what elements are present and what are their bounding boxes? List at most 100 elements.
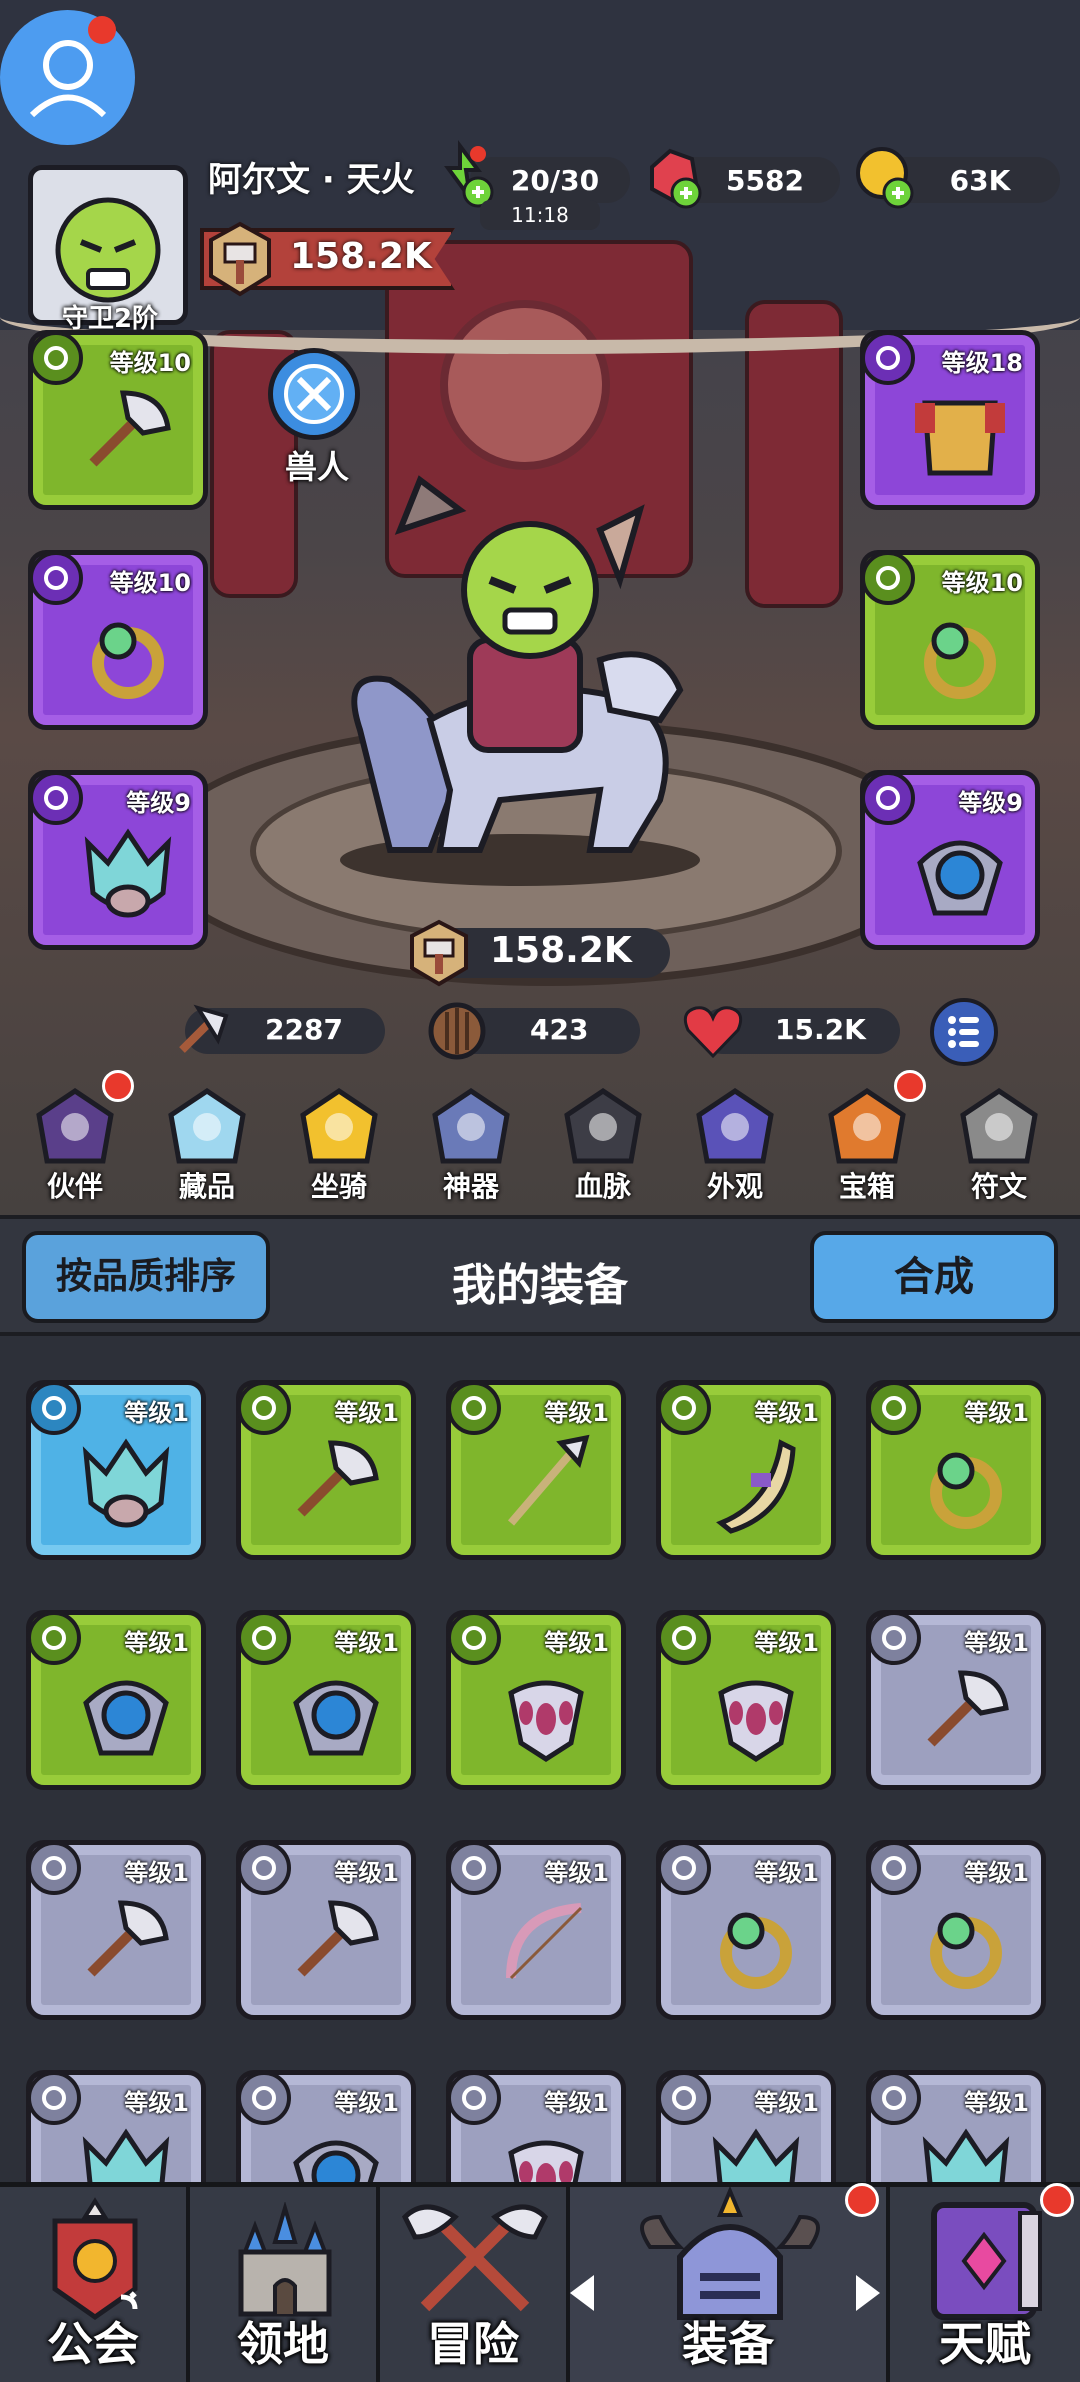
badge-helmet-icon [42,2086,66,2110]
item-level: 等级9 [958,789,1023,817]
item-level: 等级1 [124,1629,189,1657]
inventory-slot[interactable]: 等级1 [656,1840,836,2020]
nav-equipment-dot [845,2183,879,2217]
inventory-slot[interactable]: 等级1 [866,1380,1046,1560]
equipped-slot-ring-right[interactable]: 等级10 [860,550,1040,730]
item-level: 等级1 [754,1629,819,1657]
slot-type-badge [657,1611,711,1665]
amulet-icon [293,1680,379,1756]
item-level: 等级1 [544,1859,609,1887]
item-level: 等级1 [334,2089,399,2117]
slot-type-badge [867,1381,921,1435]
inventory-slot[interactable]: 等级1 [866,1840,1046,2020]
item-level: 等级1 [544,1629,609,1657]
inventory-slot[interactable]: 等级1 [236,2070,416,2186]
item-level: 等级1 [964,1629,1029,1657]
quick-menu-mount[interactable]: 坐骑 [284,1085,394,1205]
nav-adventure[interactable]: 冒险 [380,2187,570,2382]
gold-add-icon[interactable] [852,143,922,213]
inventory-slot[interactable]: 等级1 [236,1840,416,2020]
item-level: 等级10 [109,569,191,597]
axe-icon [297,1900,379,1977]
quick-menu-artifact[interactable]: 神器 [416,1085,526,1205]
nav-territory[interactable]: 领地 [190,2187,380,2382]
item-level: 等级9 [126,789,191,817]
inventory-slot[interactable]: 等级1 [656,1380,836,1560]
helmet-icon [640,2187,820,2320]
nav-equipment-label: 装备 [682,2317,774,2371]
slot-type-badge [27,1611,81,1665]
slot-type-badge [27,1841,81,1895]
inventory-slot[interactable]: 等级1 [26,1610,206,1790]
quick-menu-rune[interactable]: 符文 [944,1085,1054,1205]
quick-menu-companion[interactable]: 伙伴 [20,1085,130,1205]
mount-icon [300,1087,378,1164]
talent-book-icon [931,2202,1042,2320]
badge-ring-icon [882,1856,906,1880]
inventory-slot[interactable]: 等级1 [26,2070,206,2186]
badge-ring-icon [44,566,68,590]
item-level: 等级1 [334,1399,399,1427]
pendant-icon [508,2140,584,2186]
equipped-slot-helmet[interactable]: 等级9 [28,770,208,950]
axe-icon [87,1900,169,1977]
ring-icon [924,622,996,699]
spear-icon [507,1434,590,1526]
nav-adventure-label: 冒险 [427,2317,519,2371]
quick-menu-collection[interactable]: 藏品 [152,1085,262,1205]
slot-type-badge [657,2071,711,2125]
quick-menu-appearance[interactable]: 外观 [680,1085,790,1205]
inventory-slot[interactable]: 等级1 [446,1610,626,1790]
quick-menu-dot [102,1070,134,1102]
inventory-slot[interactable]: 等级1 [26,1840,206,2020]
slot-type-badge [447,1381,501,1435]
inventory-slot[interactable]: 等级1 [446,1840,626,2020]
defense-icon [428,1002,486,1060]
merge-button[interactable]: 合成 [810,1231,1058,1323]
player-name: 阿尔文 · 天火 [208,160,415,200]
item-level: 等级1 [124,1399,189,1427]
nav-equipment[interactable]: 装备 [570,2187,890,2382]
helmet-icon [82,2128,170,2186]
slot-type-badge [861,551,915,605]
inventory-slot[interactable]: 等级1 [26,1380,206,1560]
inventory-slot[interactable]: 等级1 [236,1380,416,1560]
sort-by-quality-button[interactable]: 按品质排序 [22,1231,270,1323]
badge-ring-icon [672,1856,696,1880]
stats-detail-button[interactable] [930,998,998,1066]
nav-guild[interactable]: 公会 [0,2187,190,2382]
badge-axe-icon [42,1856,66,1880]
equipped-slot-weapon[interactable]: 等级10 [28,330,208,510]
inventory-slot[interactable]: 等级1 [866,1610,1046,1790]
item-level: 等级1 [334,1629,399,1657]
equipped-slot-ring-left[interactable]: 等级10 [28,550,208,730]
inventory-slot[interactable]: 等级1 [446,1380,626,1560]
hero-character[interactable] [300,470,720,900]
quick-menu-chest[interactable]: 宝箱 [812,1085,922,1205]
inventory-slot[interactable]: 等级1 [866,2070,1046,2186]
inventory-slot[interactable]: 等级1 [236,1610,416,1790]
badge-axe-icon [252,1856,276,1880]
gem-add-icon[interactable] [640,145,710,210]
quick-menu-bloodline[interactable]: 血脉 [548,1085,658,1205]
equipped-slot-armor[interactable]: 等级18 [860,330,1040,510]
item-level: 等级1 [754,1399,819,1427]
inventory-slot[interactable]: 等级1 [446,2070,626,2186]
castle-icon [238,2202,332,2317]
badge-ring-icon [876,566,900,590]
hero-scene: 守卫2阶 阿尔文 · 天火 158.2K 20/30 11:18 5582 63… [0,0,1080,1215]
gem-value: 5582 [726,164,804,197]
energy-timer: 11:18 [480,200,600,230]
ring-icon [930,1912,1002,1989]
equipped-slot-amulet[interactable]: 等级9 [860,770,1040,950]
race-badge[interactable] [268,348,360,440]
slot-type-badge [29,551,83,605]
race-label: 兽人 [284,448,349,486]
inventory-slot[interactable]: 等级1 [656,1610,836,1790]
badge-bow-icon [462,1856,486,1880]
nav-territory-label: 领地 [237,2317,329,2371]
slot-type-badge [867,1611,921,1665]
inventory-slot[interactable]: 等级1 [656,2070,836,2186]
slot-type-badge [861,331,915,385]
chest-icon [828,1087,906,1164]
